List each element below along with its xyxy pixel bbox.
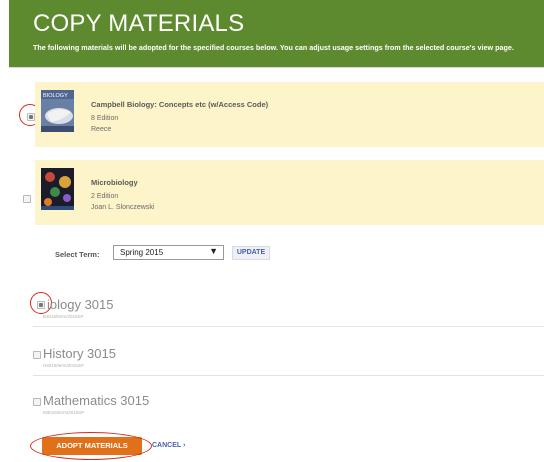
- material-card-microbiology[interactable]: Microbiology 2 Edition Joan L. Slonczews…: [35, 160, 544, 225]
- svg-text:BIOLOGY: BIOLOGY: [43, 93, 68, 99]
- material-title: Microbiology: [91, 178, 138, 187]
- copy-materials-panel: COPY MATERIALS The following materials w…: [9, 0, 544, 462]
- term-select[interactable]: Spring 2015 ▼: [113, 245, 224, 260]
- course-checkbox-mathematics[interactable]: [33, 398, 41, 406]
- term-label: Select Term:: [55, 250, 100, 259]
- highlight-ring: [30, 432, 152, 460]
- page-header: COPY MATERIALS The following materials w…: [9, 0, 544, 68]
- course-name: iology 3015: [47, 297, 114, 312]
- page-title: COPY MATERIALS: [33, 10, 245, 37]
- page-subtitle: The following materials will be adopted …: [33, 43, 514, 52]
- course-checkbox-history[interactable]: [33, 351, 41, 359]
- material-title: Campbell Biology: Concepts etc (w/Access…: [91, 100, 269, 109]
- cancel-link[interactable]: CANCEL ›: [152, 442, 185, 449]
- material-card-campbell-biology[interactable]: BIOLOGY Campbell Biology: Concepts etc (…: [35, 82, 544, 147]
- divider: [33, 326, 544, 327]
- course-name: History 3015: [43, 346, 116, 361]
- material-edition: 8 Edition: [91, 115, 119, 122]
- update-button[interactable]: UPDATE: [232, 246, 270, 260]
- material-edition: 2 Edition: [91, 193, 119, 200]
- material-author: Reece: [91, 126, 112, 133]
- material-author: Joan L. Slonczewski: [91, 204, 155, 211]
- course-code: M3015/term/2015SP: [43, 410, 85, 415]
- course-name: Mathematics 3015: [43, 393, 150, 408]
- book-cover-campbell-biology: BIOLOGY: [41, 90, 74, 132]
- divider: [33, 375, 544, 376]
- term-select-value: Spring 2015: [120, 248, 164, 257]
- dropdown-arrow-icon: ▼: [209, 246, 218, 256]
- book-cover-microbiology: [41, 168, 74, 210]
- course-code: H3015/term/2015SP: [43, 363, 84, 368]
- material-checkbox-microbiology[interactable]: [23, 195, 31, 203]
- course-code: B3015/term/2015SP: [43, 314, 84, 319]
